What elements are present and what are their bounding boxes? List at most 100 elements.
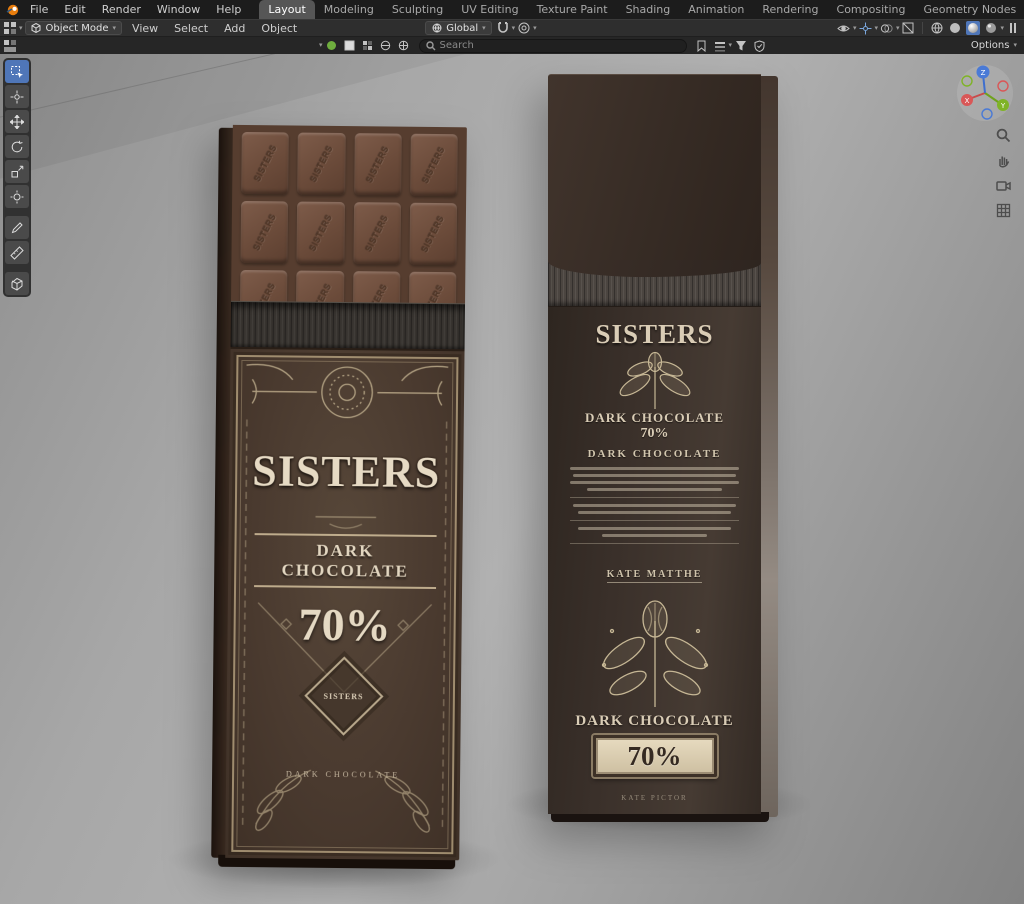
world-a-icon[interactable] (379, 39, 393, 53)
checker-icon[interactable] (361, 39, 375, 53)
world-b-icon[interactable] (397, 39, 411, 53)
bookmark-icon[interactable] (695, 39, 709, 53)
editor-type-caret-icon[interactable]: ▾ (19, 24, 23, 32)
back-band-title: DARK CHOCOLATE (575, 713, 734, 729)
filter-caret-icon[interactable]: ▾ (319, 42, 323, 49)
menu-render[interactable]: Render (94, 1, 149, 18)
editor-type-icon[interactable] (3, 21, 17, 35)
workspace-tab-animation[interactable]: Animation (679, 0, 753, 19)
foil-wrapper-band (230, 300, 466, 350)
snap-caret-icon[interactable]: ▾ (512, 24, 516, 32)
mode-selector-label: Object Mode (45, 22, 109, 34)
gizmo-y-label: Y (1000, 102, 1006, 110)
shield-check-icon[interactable] (752, 39, 766, 53)
shading-material-preview-icon[interactable] (966, 21, 981, 35)
menu-file[interactable]: File (22, 1, 56, 18)
menu-edit[interactable]: Edit (56, 1, 93, 18)
chocolate-bar-back-model[interactable]: SISTERS DARK CHOCOLATE 70% DARK CHOCOLAT… (548, 74, 778, 822)
tool-select-box[interactable] (5, 60, 29, 83)
gizmo-caret-icon[interactable]: ▾ (874, 24, 878, 32)
menu-view[interactable]: View (124, 20, 166, 37)
square-emboss-text: SISTERS (364, 144, 392, 185)
chocolate-square: SISTERS (241, 131, 290, 195)
proportional-editing-icon[interactable] (517, 21, 531, 35)
display-mode-icon[interactable] (713, 39, 727, 53)
shading-solid-icon[interactable] (948, 21, 962, 35)
menu-object[interactable]: Object (253, 20, 305, 37)
menu-select[interactable]: Select (166, 20, 216, 37)
square-emboss-text: SISTERS (307, 143, 335, 184)
front-percent-text: 70% (298, 598, 391, 651)
workspace-tab-texture-paint[interactable]: Texture Paint (528, 0, 617, 19)
zoom-icon[interactable] (994, 126, 1012, 144)
workspace-tab-rendering[interactable]: Rendering (753, 0, 827, 19)
chocolate-bar-front-model[interactable]: SISTERS SISTERS SISTERS SISTERS SISTERS … (211, 124, 467, 870)
proportional-caret-icon[interactable]: ▾ (533, 24, 537, 32)
options-button[interactable]: Options ▾ (964, 39, 1024, 52)
active-material-dot-icon[interactable] (325, 39, 339, 53)
back-percent-text: 70% (640, 426, 669, 441)
shading-caret-icon[interactable]: ▾ (1000, 24, 1004, 32)
tool-add-cube[interactable] (5, 272, 29, 295)
xray-toggle-icon[interactable] (901, 21, 915, 35)
tool-move[interactable] (5, 110, 29, 133)
shading-wireframe-icon[interactable] (930, 21, 944, 35)
visibility-caret-icon[interactable]: ▾ (853, 24, 857, 32)
tool-cursor[interactable] (5, 85, 29, 108)
menu-help[interactable]: Help (208, 1, 249, 18)
workspace-tab-compositing[interactable]: Compositing (828, 0, 915, 19)
menu-window[interactable]: Window (149, 1, 208, 18)
camera-view-icon[interactable] (994, 176, 1012, 194)
viewport-side-tools (994, 126, 1012, 219)
transform-orientation-selector[interactable]: Global ▾ (425, 21, 492, 35)
tool-measure[interactable] (5, 241, 29, 264)
show-overlays-icon[interactable] (880, 21, 894, 35)
globe-icon (431, 23, 442, 34)
workspace-tab-layout[interactable]: Layout (259, 0, 315, 19)
orientation-caret-icon: ▾ (482, 23, 486, 32)
bar-back-face: SISTERS DARK CHOCOLATE 70% DARK CHOCOLAT… (548, 74, 761, 814)
tool-transform[interactable] (5, 185, 29, 208)
options-caret-icon: ▾ (1013, 41, 1017, 49)
show-gizmo-icon[interactable] (858, 21, 872, 35)
square-emboss-text: SISTERS (250, 212, 278, 253)
chocolate-square: SISTERS (352, 271, 401, 304)
menu-add[interactable]: Add (216, 20, 253, 37)
texture-slot-icon[interactable] (343, 39, 357, 53)
workspace-tab-modeling[interactable]: Modeling (315, 0, 383, 19)
tool-settings-editor-icon[interactable] (3, 39, 17, 53)
search-box[interactable] (418, 38, 687, 53)
pan-hand-icon[interactable] (994, 151, 1012, 169)
mode-selector[interactable]: Object Mode ▾ (24, 21, 123, 35)
tool-settings-bar: ▾ ▾ Options ▾ (0, 36, 1024, 54)
header-grip-icon[interactable] (1006, 21, 1020, 35)
visibility-icon[interactable] (837, 21, 851, 35)
ingredients-title: DARK CHOCOLATE (587, 448, 722, 460)
snap-magnet-icon[interactable] (496, 21, 510, 35)
chocolate-square: SISTERS (240, 200, 289, 264)
workspace-tab-sculpting[interactable]: Sculpting (383, 0, 452, 19)
workspace-tab-uv-editing[interactable]: UV Editing (452, 0, 527, 19)
grid-toggle-icon[interactable] (994, 201, 1012, 219)
3d-viewport[interactable]: SISTERS SISTERS SISTERS SISTERS SISTERS … (0, 54, 1024, 904)
workspace-tab-shading[interactable]: Shading (617, 0, 680, 19)
square-emboss-text: SISTERS (420, 144, 448, 186)
tool-rotate[interactable] (5, 135, 29, 158)
bar-front-face: SISTERS SISTERS SISTERS SISTERS SISTERS … (225, 124, 467, 861)
filter-funnel-icon[interactable] (734, 39, 748, 53)
front-brand-text: SISTERS (251, 446, 441, 498)
gizmo-x-label: X (965, 97, 970, 105)
search-input[interactable] (439, 40, 680, 51)
overlays-caret-icon[interactable]: ▾ (896, 24, 900, 32)
square-emboss-text: SISTERS (419, 282, 446, 304)
navigation-gizmo[interactable]: Z Y X (956, 64, 1014, 122)
display-caret-icon[interactable]: ▾ (729, 42, 733, 49)
workspace-tab-geometry-nodes[interactable]: Geometry Nodes (914, 0, 1024, 19)
chocolate-square: SISTERS (353, 133, 402, 196)
tool-scale[interactable] (5, 160, 29, 183)
blender-logo-icon[interactable] (6, 3, 20, 17)
fine-print-lines (570, 467, 739, 546)
tool-annotate[interactable] (5, 216, 29, 239)
object-mode-icon (31, 23, 42, 34)
shading-rendered-icon[interactable] (984, 21, 998, 35)
